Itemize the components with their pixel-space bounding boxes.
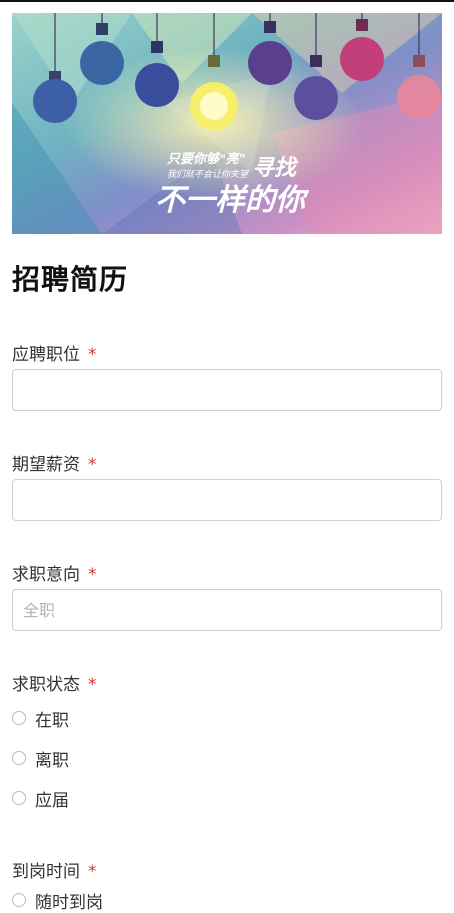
radio-circle-icon[interactable] bbox=[12, 711, 26, 725]
status-option-employed[interactable]: 在职 bbox=[12, 707, 69, 731]
radio-circle-icon[interactable] bbox=[12, 893, 26, 907]
banner-tagline-3: 我们就不会让你失望 bbox=[167, 169, 250, 179]
arrival-label-text: 到岗时间 bbox=[12, 862, 80, 882]
salary-label-text: 期望薪资 bbox=[12, 455, 80, 475]
status-label-text: 求职状态 bbox=[12, 675, 80, 695]
required-mark: * bbox=[88, 565, 97, 585]
position-input[interactable] bbox=[12, 369, 442, 411]
banner-tagline-1: 只要你够“亮” bbox=[167, 151, 246, 166]
required-mark: * bbox=[88, 455, 97, 475]
radio-circle-icon[interactable] bbox=[12, 791, 26, 805]
intention-label-text: 求职意向 bbox=[12, 565, 80, 585]
intention-input[interactable] bbox=[12, 589, 442, 631]
radio-label: 在职 bbox=[35, 710, 69, 731]
banner-headline: 不一样的你 bbox=[155, 184, 310, 217]
intention-label: 求职意向 * bbox=[12, 560, 97, 585]
required-mark: * bbox=[88, 862, 97, 882]
status-option-resigned[interactable]: 离职 bbox=[12, 747, 69, 771]
page-title: 招聘简历 bbox=[12, 263, 129, 296]
required-mark: * bbox=[88, 345, 97, 365]
salary-label: 期望薪资 * bbox=[12, 450, 97, 475]
salary-input[interactable] bbox=[12, 479, 442, 521]
radio-label: 离职 bbox=[35, 750, 69, 771]
position-label-text: 应聘职位 bbox=[12, 345, 80, 365]
radio-circle-icon[interactable] bbox=[12, 751, 26, 765]
status-option-graduate[interactable]: 应届 bbox=[12, 787, 69, 811]
recruitment-banner: 只要你够“亮” 寻找 我们就不会让你失望 不一样的你 bbox=[12, 13, 442, 234]
status-label: 求职状态 * bbox=[12, 670, 97, 695]
banner-tagline-2: 寻找 bbox=[252, 155, 299, 180]
top-divider bbox=[0, 0, 454, 2]
position-label: 应聘职位 * bbox=[12, 340, 97, 365]
radio-label: 应届 bbox=[35, 790, 69, 811]
arrival-option-anytime[interactable]: 随时到岗 bbox=[12, 889, 103, 913]
arrival-label: 到岗时间 * bbox=[12, 857, 97, 882]
radio-label: 随时到岗 bbox=[35, 892, 103, 913]
required-mark: * bbox=[88, 675, 97, 695]
